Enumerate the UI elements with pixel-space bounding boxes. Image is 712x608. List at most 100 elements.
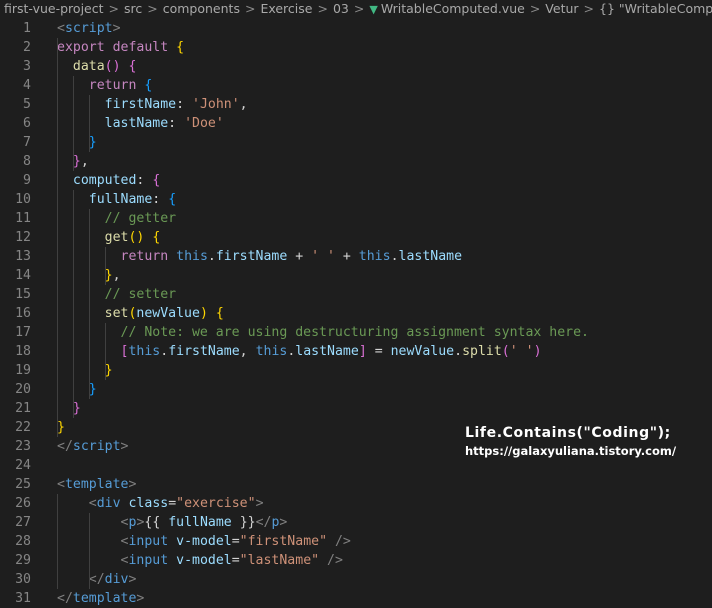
code-line[interactable]: 19 } (0, 361, 712, 380)
breadcrumb-item[interactable]: Vetur (545, 1, 578, 16)
code-line[interactable]: 7 } (0, 133, 712, 152)
code-line[interactable]: 10 fullName: { (0, 190, 712, 209)
breadcrumb-item[interactable]: components (163, 1, 240, 16)
code-token: { (152, 173, 161, 188)
code-text: <template> (57, 475, 136, 494)
indent-guide (104, 247, 106, 285)
code-token: "lastName" (239, 553, 320, 568)
line-number: 31 (15, 591, 31, 606)
code-line[interactable]: 18 [this.firstName, this.lastName] = new… (0, 342, 712, 361)
code-token: </ (57, 591, 73, 606)
code-token: > (279, 515, 288, 530)
breadcrumb-separator: > (583, 1, 595, 16)
code-line[interactable]: 24 (0, 456, 712, 475)
vue-file-icon: ▼ (369, 3, 378, 16)
breadcrumb-item[interactable]: src (124, 1, 142, 16)
code-token: split (462, 344, 502, 359)
code-line[interactable]: 8 }, (0, 152, 712, 171)
code-line[interactable]: 30 </div> (0, 570, 712, 589)
code-token: ] (358, 344, 367, 359)
code-text: data() { (57, 57, 137, 76)
code-token: export (57, 40, 105, 55)
indent-guide (88, 513, 90, 589)
code-token: /> (334, 534, 351, 549)
line-number: 28 (15, 534, 31, 549)
code-line[interactable]: 6 lastName: 'Doe' (0, 114, 712, 133)
code-text: } (57, 133, 97, 152)
line-number: 25 (15, 477, 31, 492)
code-editor[interactable]: 1 <script> 2 export default {3 data() {4 re… (0, 18, 712, 608)
code-line[interactable]: 1 <script> (0, 19, 712, 38)
code-line[interactable]: 20 } (0, 380, 712, 399)
code-line[interactable]: 26 <div class="exercise"> (0, 494, 712, 513)
code-token: template (72, 591, 137, 606)
code-token: set (104, 306, 129, 321)
code-line[interactable]: 16 set(newValue) { (0, 304, 712, 323)
code-token: > (112, 21, 121, 36)
breadcrumb-item[interactable]: first-vue-project (4, 1, 104, 16)
code-token: > (136, 591, 145, 606)
code-token: </ (88, 572, 105, 587)
breadcrumb-separator: > (317, 1, 328, 16)
line-number: 3 (23, 59, 31, 74)
code-line[interactable]: 4 return { (0, 76, 712, 95)
breadcrumb-separator: > (244, 1, 256, 16)
code-line[interactable]: 17 // Note: we are using destructuring a… (0, 323, 712, 342)
code-token: } (88, 135, 97, 150)
code-token: computed (72, 173, 137, 188)
code-line[interactable]: 5 firstName: 'John', (0, 95, 712, 114)
code-token: + (287, 249, 312, 264)
line-number: 22 (15, 420, 31, 435)
line-number: 13 (15, 249, 31, 264)
code-line[interactable]: 21 } (0, 399, 712, 418)
code-line[interactable]: 3 data() { (0, 57, 712, 76)
code-token: ) (533, 344, 542, 359)
breadcrumb-item[interactable]: WritableComputed.vue (381, 1, 525, 16)
code-token: , (239, 97, 248, 112)
line-number: 17 (15, 325, 31, 340)
code-token: return (88, 78, 137, 93)
line-number: 16 (15, 306, 31, 321)
code-token: ( (501, 344, 510, 359)
code-line[interactable]: 15 // setter (0, 285, 712, 304)
watermark: Life.Contains("Coding"); https://galaxyu… (465, 425, 676, 458)
code-line[interactable]: 14 }, (0, 266, 712, 285)
breadcrumb-separator: > (353, 1, 365, 16)
code-token: this (255, 344, 288, 359)
code-line[interactable]: 9 computed: { (0, 171, 712, 190)
breadcrumb-separator: > (108, 1, 119, 16)
breadcrumb-item[interactable]: {} "WritableComputed.vue" (599, 1, 712, 16)
line-number: 27 (15, 515, 31, 530)
line-number: 24 (15, 458, 31, 473)
code-text: </div> (57, 570, 137, 589)
code-line[interactable]: 11 // getter (0, 209, 712, 228)
code-line[interactable]: 27 <p>{{ fullName }}</p> (0, 513, 712, 532)
breadcrumb-item[interactable]: Exercise (260, 1, 312, 16)
code-token: () (104, 59, 121, 74)
code-line[interactable]: 25 <template> (0, 475, 712, 494)
code-token: 'Doe' (184, 116, 224, 131)
code-token: } (72, 401, 81, 416)
line-number: 12 (15, 230, 31, 245)
code-token: default (112, 40, 169, 55)
code-line[interactable]: 12 get() { (0, 228, 712, 247)
code-line[interactable]: 13 return this.firstName + ' ' + this.la… (0, 247, 712, 266)
breadcrumb-item[interactable]: 03 (333, 1, 349, 16)
code-token: fullName (168, 515, 232, 530)
code-line[interactable]: 28 <input v-model="firstName" /> (0, 532, 712, 551)
code-token: /> (327, 553, 343, 568)
code-line[interactable]: 29 <input v-model="lastName" /> (0, 551, 712, 570)
watermark-url: https://galaxyuliana.tistory.com/ (465, 444, 677, 458)
indent-guide (88, 95, 90, 152)
code-token: } (72, 154, 81, 169)
code-token: script (64, 21, 113, 36)
code-line[interactable]: 31 </template> (0, 589, 712, 608)
code-text: computed: { (57, 171, 160, 190)
code-line[interactable]: 2 export default { (0, 38, 712, 57)
